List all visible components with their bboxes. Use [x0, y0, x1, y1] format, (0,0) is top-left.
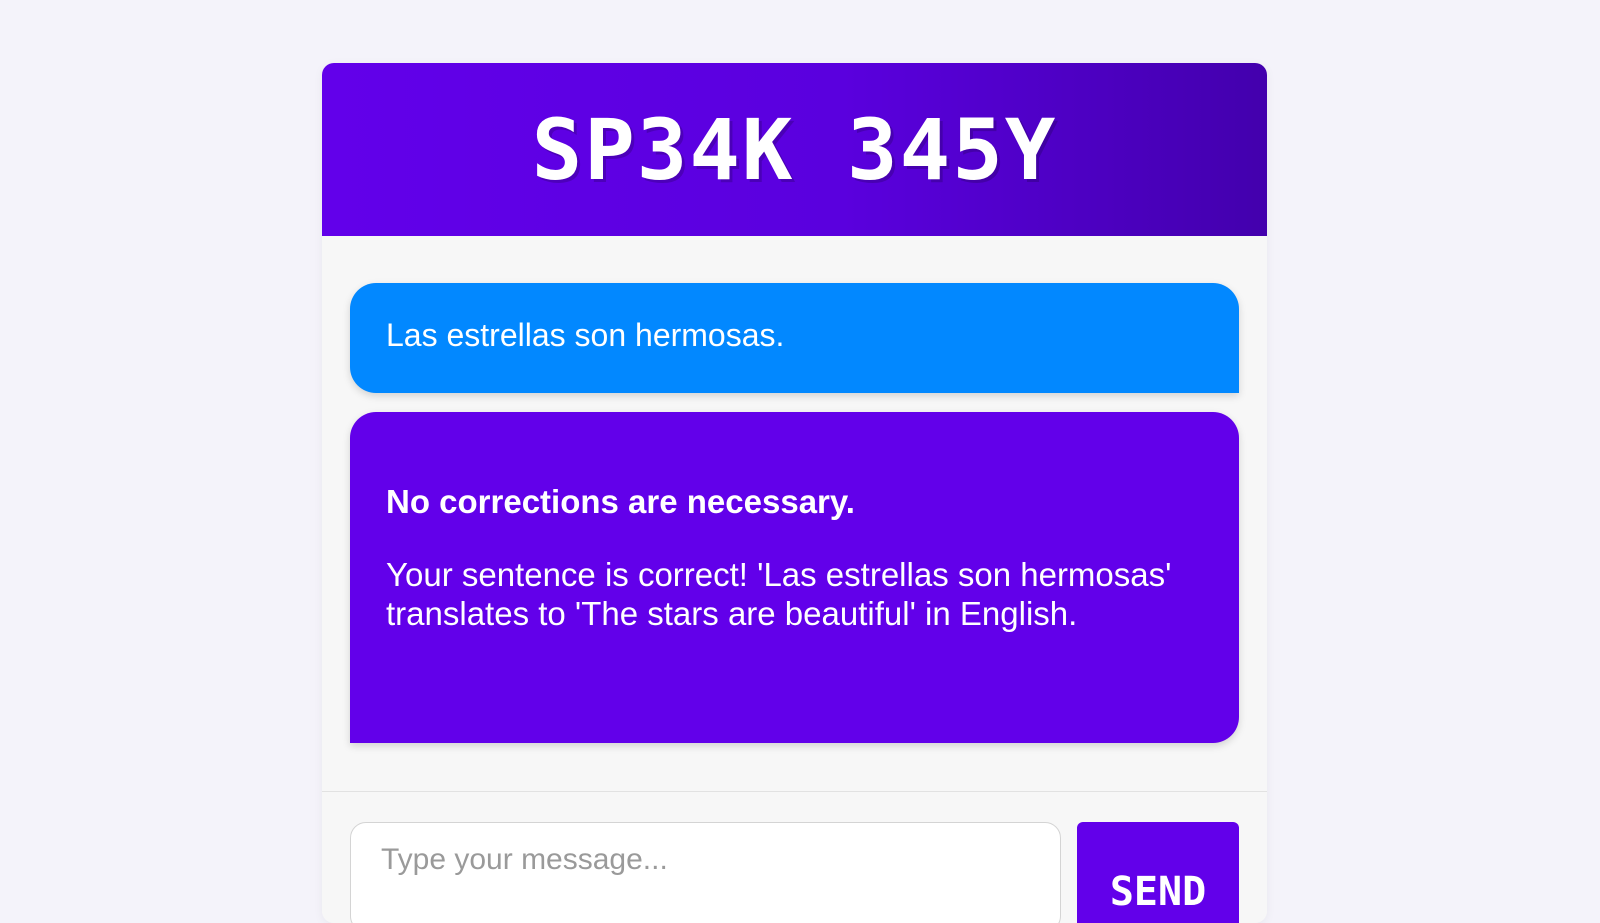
send-button[interactable]: SEND [1077, 822, 1239, 923]
chat-app: SP34K 345Y Las estrellas son hermosas. N… [322, 63, 1267, 923]
user-message-text: Las estrellas son hermosas. [386, 317, 785, 353]
app-title: SP34K 345Y [531, 100, 1058, 199]
bot-message-heading: No corrections are necessary. [386, 483, 855, 520]
message-list: Las estrellas son hermosas. No correctio… [350, 283, 1239, 743]
message-composer: SEND [322, 791, 1267, 923]
message-input[interactable] [350, 822, 1061, 923]
bot-message-body: Your sentence is correct! 'Las estrellas… [386, 556, 1172, 632]
bot-message-bubble: No corrections are necessary. Your sente… [350, 412, 1239, 743]
user-message-bubble: Las estrellas son hermosas. [350, 283, 1239, 393]
app-header: SP34K 345Y [322, 63, 1267, 236]
